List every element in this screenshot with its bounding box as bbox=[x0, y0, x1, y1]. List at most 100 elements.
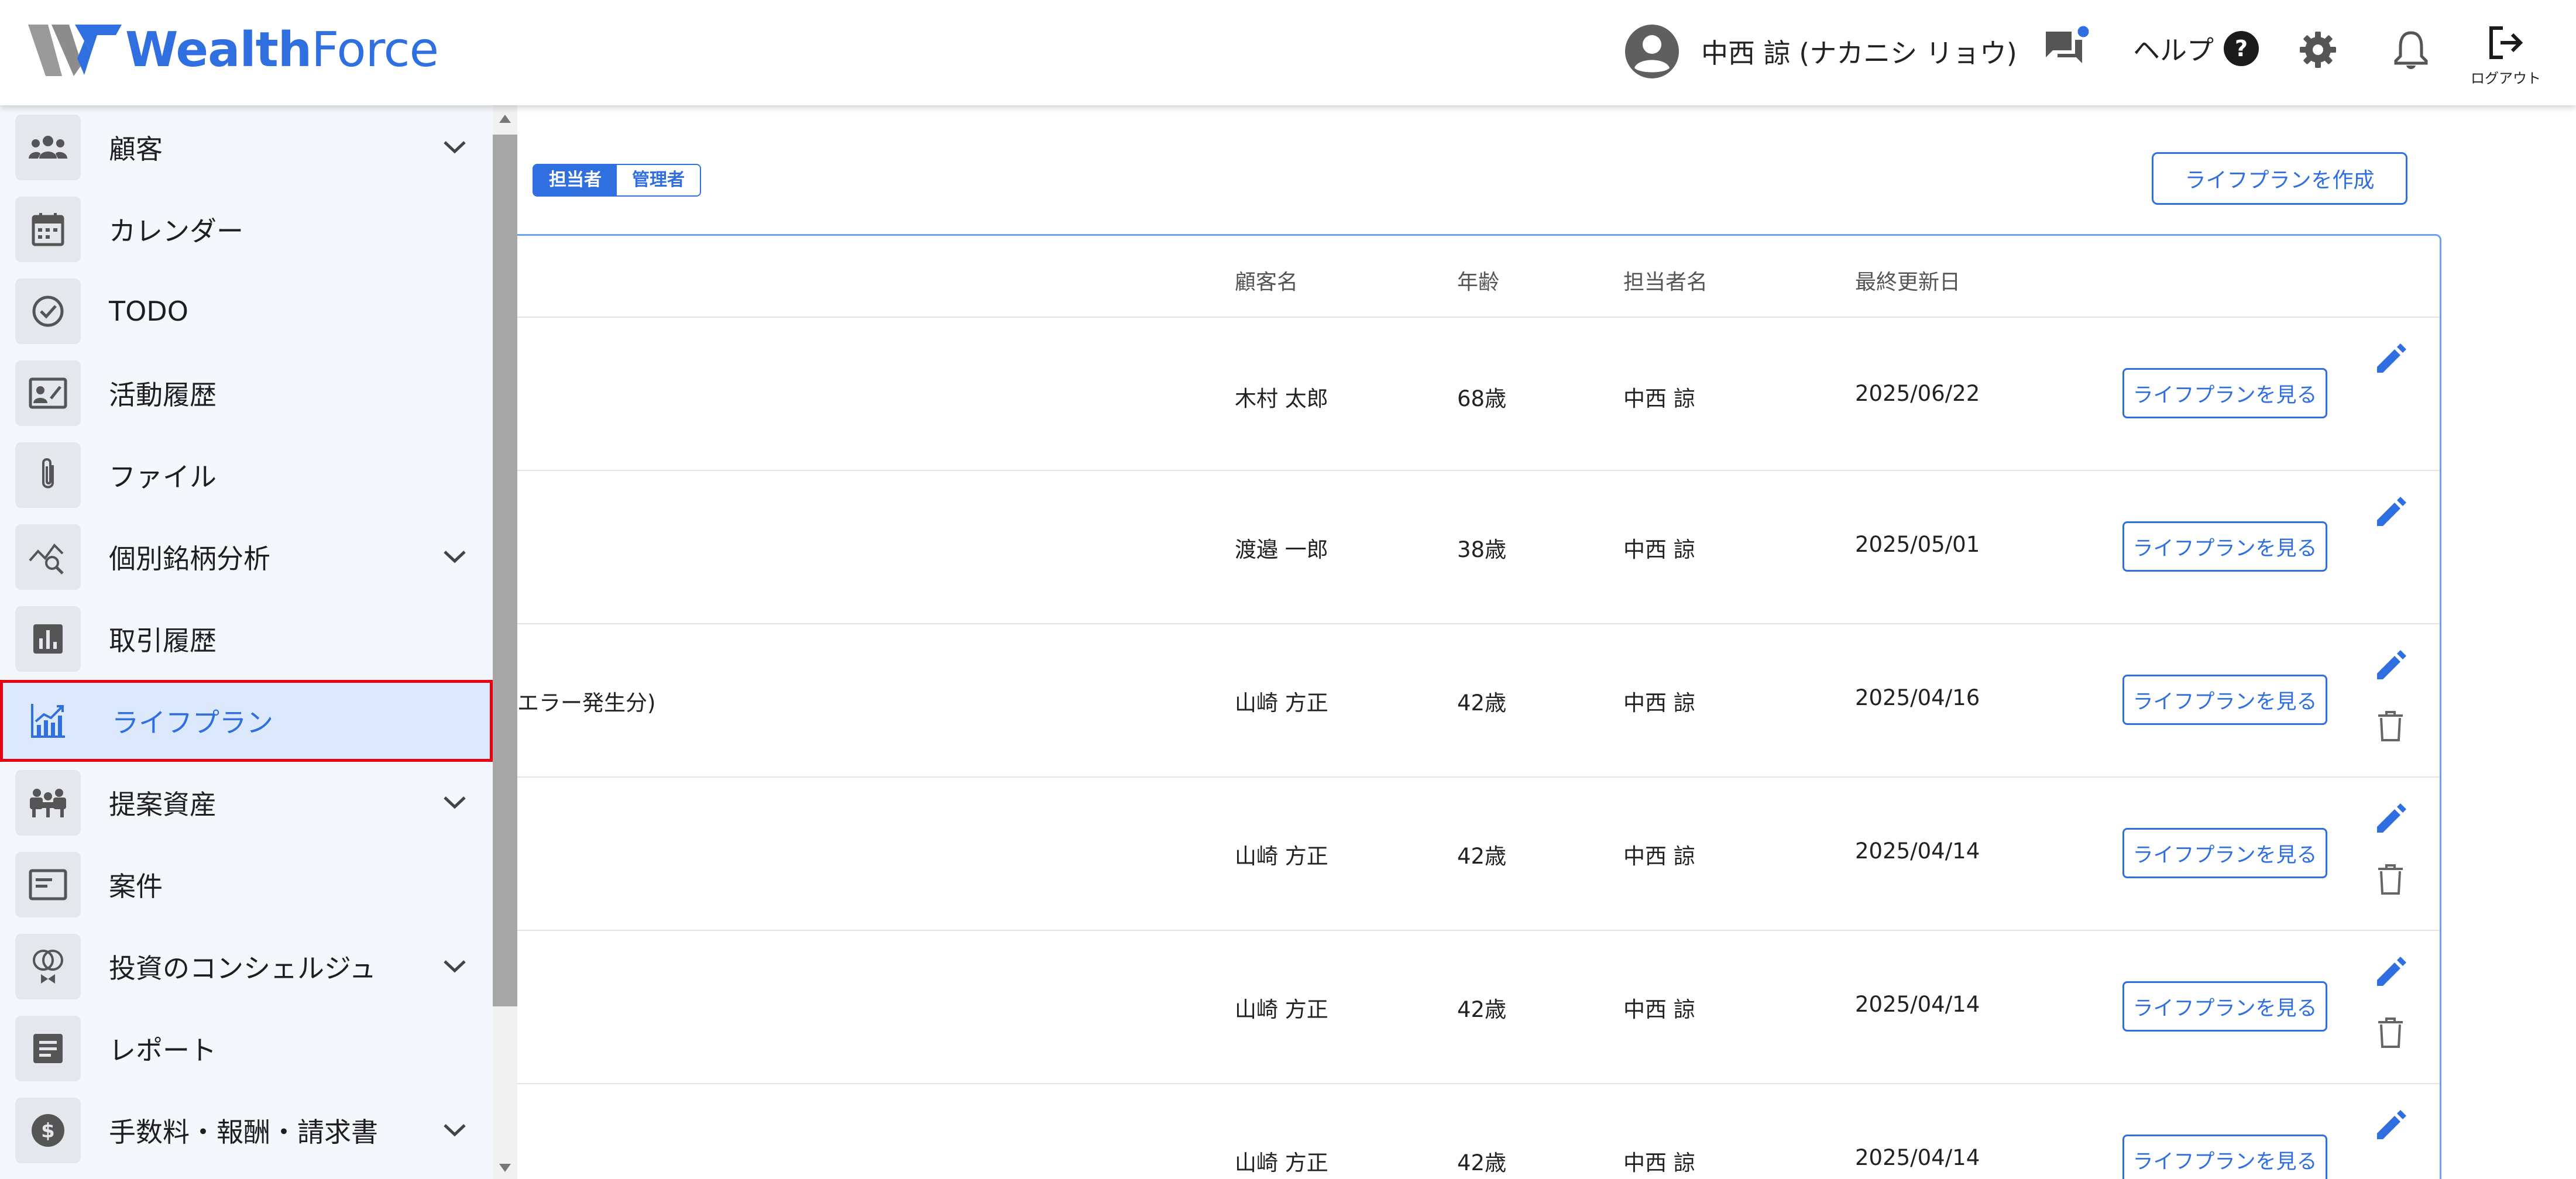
report-icon bbox=[15, 1016, 81, 1081]
pencil-icon[interactable] bbox=[2372, 954, 2409, 991]
sidebar-item-calendar[interactable]: カレンダー bbox=[0, 188, 493, 270]
table-row[interactable]: 山崎 方正 42歳 中西 諒 2025/04/14 ライフプランを見る bbox=[517, 1084, 2440, 1179]
trash-icon[interactable] bbox=[2376, 1016, 2405, 1049]
view-lifeplan-button[interactable]: ライフプランを見る bbox=[2122, 675, 2327, 725]
updated-date: 2025/05/01 bbox=[1855, 532, 1980, 557]
create-lifeplan-button[interactable]: ライフプランを作成 bbox=[2152, 152, 2407, 205]
sidebar-item-label: 投資のコンシェルジュ bbox=[109, 953, 376, 984]
pencil-icon[interactable] bbox=[2372, 648, 2409, 684]
calendar-icon bbox=[15, 197, 81, 262]
chevron-down-icon bbox=[444, 960, 466, 973]
customer-name: 渡邉 一郎 bbox=[1235, 537, 1328, 562]
chevron-down-icon bbox=[444, 141, 466, 154]
sidebar-item-investment-concierge[interactable]: 投資のコンシェルジュ bbox=[0, 926, 493, 1008]
sidebar-item-fees-invoices[interactable]: $ 手数料・報酬・請求書 bbox=[0, 1089, 493, 1171]
sidebar-nav: 顧客 カレンダー TODO 活動履歴 ファイル 個別銘柄分析 取引履歴 ライフプ… bbox=[0, 105, 493, 1179]
sidebar-item-files[interactable]: ファイル bbox=[0, 434, 493, 516]
sidebar-item-stock-analysis[interactable]: 個別銘柄分析 bbox=[0, 516, 493, 598]
sidebar-item-todo[interactable]: TODO bbox=[0, 270, 493, 352]
concierge-icon bbox=[15, 934, 81, 999]
sidebar-item-transactions[interactable]: 取引履歴 bbox=[0, 598, 493, 680]
sidebar-item-deals[interactable]: 案件 bbox=[0, 844, 493, 926]
sidebar-item-lifeplan[interactable]: ライフプラン bbox=[0, 680, 493, 762]
pencil-icon[interactable] bbox=[2372, 801, 2409, 837]
question-circle-icon: ? bbox=[2224, 31, 2259, 66]
brand-bold: Wealth bbox=[125, 22, 312, 78]
view-lifeplan-button[interactable]: ライフプランを見る bbox=[2122, 368, 2327, 418]
updated-date: 2025/06/22 bbox=[1855, 381, 1980, 406]
view-lifeplan-button[interactable]: ライフプランを見る bbox=[2122, 1135, 2327, 1179]
assignee-name: 中西 諒 bbox=[1623, 844, 1695, 869]
column-header-age[interactable]: 年齢 bbox=[1457, 265, 1499, 295]
help-label: ヘルプ bbox=[2133, 35, 2214, 66]
table-row[interactable]: エラー発生分) 山崎 方正 42歳 中西 諒 2025/04/16 ライフプラン… bbox=[517, 624, 2440, 778]
settings-button[interactable] bbox=[2299, 30, 2337, 71]
logout-button[interactable]: ログアウト bbox=[2471, 23, 2541, 87]
customer-name: 山崎 方正 bbox=[1235, 997, 1328, 1022]
brand-name: WealthForce bbox=[125, 22, 439, 78]
meeting-icon bbox=[15, 770, 81, 836]
sidebar-item-label: 手数料・報酬・請求書 bbox=[109, 1116, 378, 1148]
sidebar-scrollbar[interactable] bbox=[493, 105, 517, 1179]
toggle-assignee[interactable]: 担当者 bbox=[534, 165, 617, 195]
assignee-name: 中西 諒 bbox=[1623, 997, 1695, 1022]
customer-age: 42歳 bbox=[1457, 997, 1507, 1022]
column-header-assignee[interactable]: 担当者名 bbox=[1623, 265, 1708, 295]
pencil-icon[interactable] bbox=[2372, 1108, 2409, 1144]
sidebar-item-label: TODO bbox=[109, 295, 188, 327]
column-header-updated[interactable]: 最終更新日 bbox=[1855, 265, 1960, 295]
gear-icon bbox=[2300, 32, 2336, 68]
messages-button[interactable] bbox=[2042, 23, 2091, 73]
view-lifeplan-button[interactable]: ライフプランを見る bbox=[2122, 828, 2327, 878]
sidebar-item-customers[interactable]: 顧客 bbox=[0, 106, 493, 188]
view-lifeplan-button[interactable]: ライフプランを見る bbox=[2122, 981, 2327, 1032]
people-icon bbox=[15, 115, 81, 180]
scroll-up-arrow-icon[interactable] bbox=[499, 115, 511, 123]
updated-date: 2025/04/14 bbox=[1855, 838, 1980, 864]
table-row[interactable]: 木村 太郎 68歳 中西 諒 2025/06/22 ライフプランを見る bbox=[517, 318, 2440, 471]
chevron-down-icon bbox=[444, 1124, 466, 1137]
scroll-thumb[interactable] bbox=[493, 135, 517, 1006]
sidebar-item-label: ライフプラン bbox=[112, 707, 273, 738]
pencil-icon[interactable] bbox=[2372, 494, 2409, 531]
customer-age: 38歳 bbox=[1457, 537, 1507, 562]
logo-mark-icon bbox=[28, 24, 122, 76]
card-icon bbox=[15, 852, 81, 917]
bar-chart-icon bbox=[15, 606, 81, 672]
sidebar-item-label: レポート bbox=[109, 1034, 217, 1066]
lifeplan-table: 顧客名 年齢 担当者名 最終更新日 木村 太郎 68歳 中西 諒 2025/06… bbox=[517, 234, 2441, 1179]
sidebar-item-label: 活動履歴 bbox=[109, 379, 217, 411]
scroll-down-arrow-icon[interactable] bbox=[499, 1164, 511, 1172]
sidebar-item-proposed-assets[interactable]: 提案資産 bbox=[0, 762, 493, 844]
role-toggle: 担当者 管理者 bbox=[533, 164, 701, 197]
column-header-customer[interactable]: 顧客名 bbox=[1235, 265, 1298, 295]
table-row[interactable]: 渡邉 一郎 38歳 中西 諒 2025/05/01 ライフプランを見る bbox=[517, 471, 2440, 624]
brand-light: Force bbox=[311, 22, 439, 78]
table-row[interactable]: 山崎 方正 42歳 中西 諒 2025/04/14 ライフプランを見る bbox=[517, 778, 2440, 931]
customer-age: 42歳 bbox=[1457, 844, 1507, 869]
growth-chart-icon bbox=[15, 688, 81, 754]
paperclip-icon bbox=[15, 442, 81, 508]
help-button[interactable]: ヘルプ ? bbox=[2133, 29, 2259, 68]
view-lifeplan-button[interactable]: ライフプランを見る bbox=[2122, 521, 2327, 572]
notifications-button[interactable] bbox=[2392, 29, 2430, 73]
activity-icon bbox=[15, 360, 81, 426]
sidebar-item-activity-history[interactable]: 活動履歴 bbox=[0, 352, 493, 434]
bell-icon bbox=[2394, 31, 2428, 69]
table-row[interactable]: 山崎 方正 42歳 中西 諒 2025/04/14 ライフプランを見る bbox=[517, 931, 2440, 1084]
check-circle-icon bbox=[15, 279, 81, 344]
wealthforce-logo[interactable]: WealthForce bbox=[28, 22, 439, 78]
customer-age: 68歳 bbox=[1457, 386, 1507, 411]
sidebar-item-label: 取引履歴 bbox=[109, 625, 217, 656]
toggle-admin[interactable]: 管理者 bbox=[617, 165, 700, 195]
sidebar-item-label: カレンダー bbox=[109, 215, 243, 247]
sidebar-item-reports[interactable]: レポート bbox=[0, 1008, 493, 1089]
customer-age: 42歳 bbox=[1457, 690, 1507, 716]
trash-icon[interactable] bbox=[2376, 710, 2405, 743]
sidebar-item-label: 提案資産 bbox=[109, 789, 217, 820]
pencil-icon[interactable] bbox=[2372, 341, 2409, 377]
svg-text:$: $ bbox=[41, 1119, 55, 1143]
svg-text:?: ? bbox=[2235, 36, 2248, 61]
trash-icon[interactable] bbox=[2376, 863, 2405, 896]
user-menu[interactable]: 中西 諒 (ナカニシ リョウ) bbox=[1624, 23, 2017, 80]
